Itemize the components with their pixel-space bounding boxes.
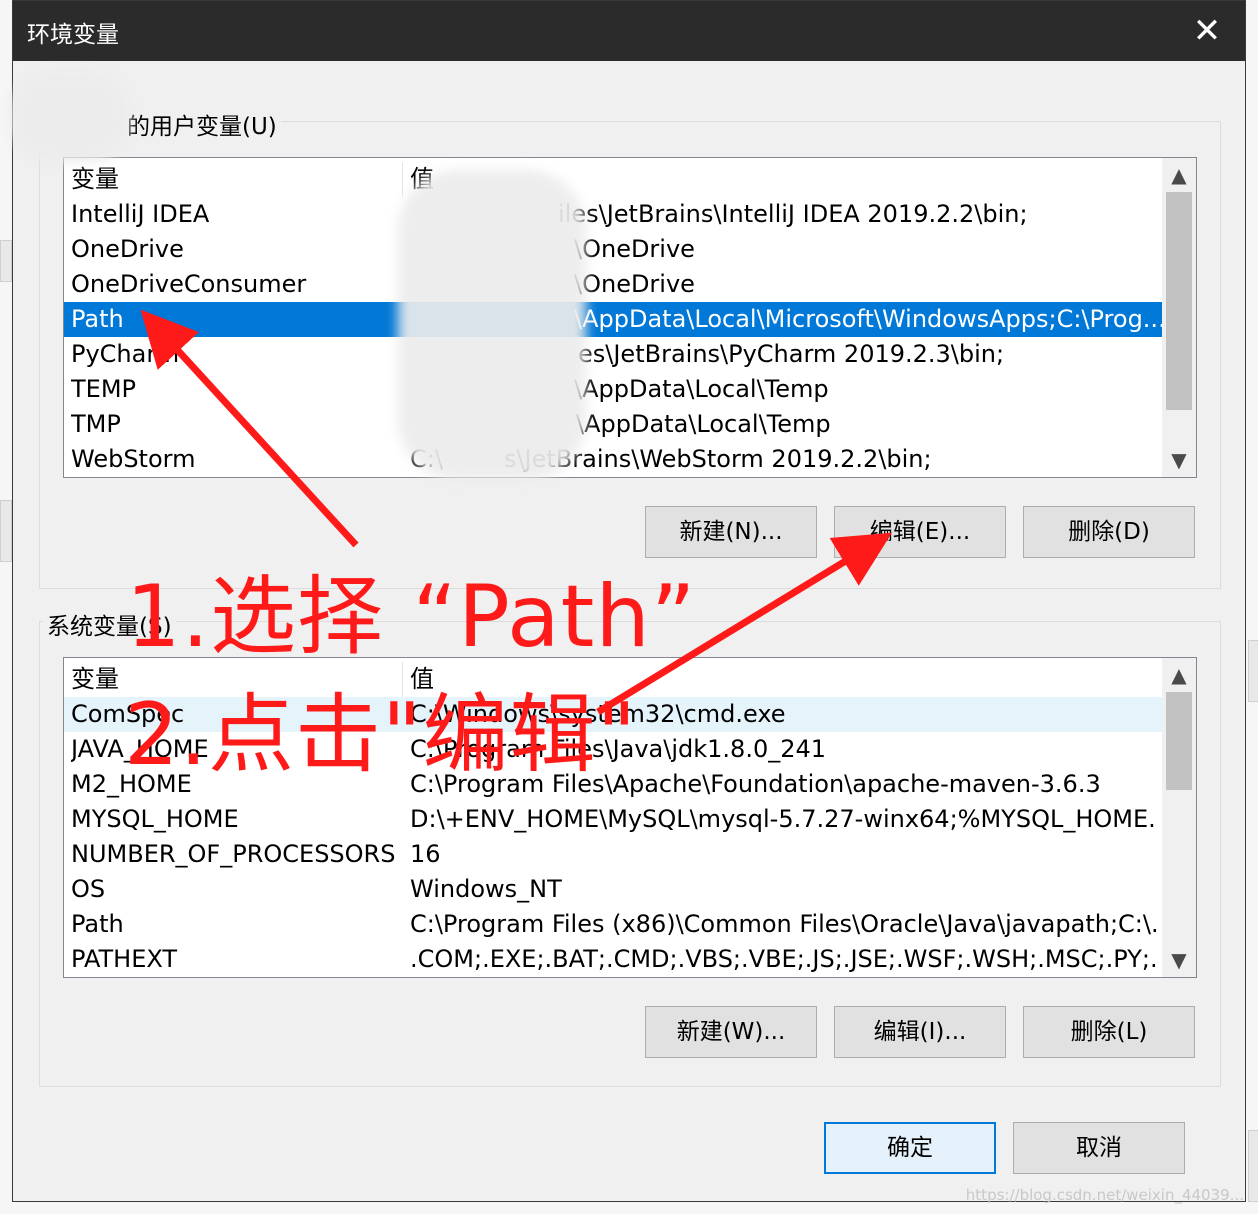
arrow-to-path	[140, 309, 359, 548]
annotation-step2: 2.点击"编辑"	[124, 685, 638, 785]
watermark: https://blog.csdn.net/weixin_44039...	[965, 1186, 1244, 1204]
annotation-step1: 1.选择 “Path”	[126, 567, 697, 667]
